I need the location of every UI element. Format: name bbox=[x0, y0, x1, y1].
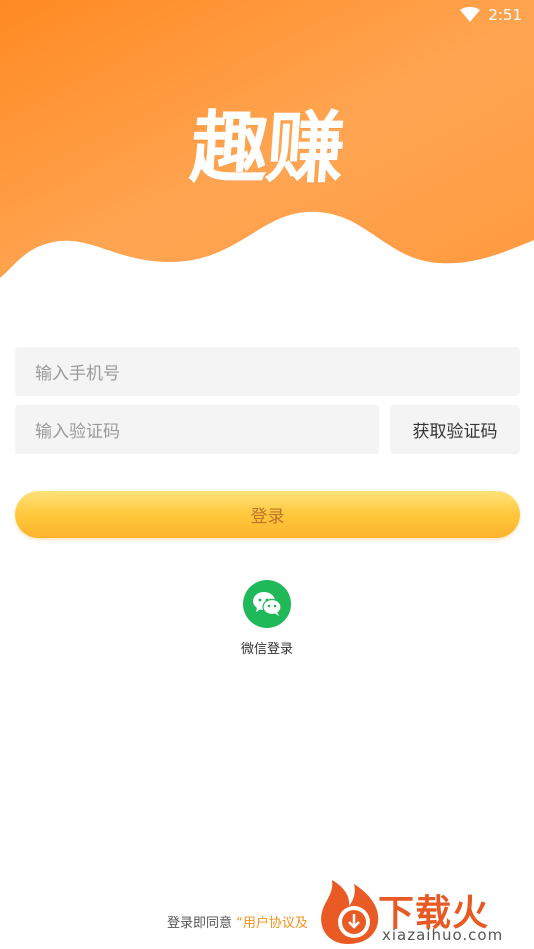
wifi-icon bbox=[460, 7, 481, 22]
verification-code-input[interactable]: 输入验证码 bbox=[15, 405, 379, 454]
agreement-prefix: 登录即同意 bbox=[167, 916, 233, 931]
watermark: 下载火 xiazaihuo.com bbox=[316, 876, 534, 949]
get-code-button[interactable]: 获取验证码 bbox=[390, 405, 520, 454]
login-screen: 2:51 趣赚 输入手机号 输入验证码 获取验证码 登录 微信登录 登录即同意 … bbox=[0, 0, 534, 949]
wechat-icon bbox=[253, 592, 282, 616]
flame-logo-icon bbox=[321, 880, 379, 944]
agreement-text: 登录即同意 “用户协议及 bbox=[167, 912, 308, 931]
phone-input[interactable]: 输入手机号 bbox=[15, 347, 520, 396]
header-banner: 2:51 趣赚 bbox=[0, 0, 534, 300]
status-time: 2:51 bbox=[488, 6, 522, 24]
wechat-login[interactable]: 微信登录 bbox=[0, 580, 534, 657]
wechat-login-label: 微信登录 bbox=[240, 642, 293, 657]
app-logo: 趣赚 bbox=[187, 104, 346, 194]
login-button[interactable]: 登录 bbox=[15, 491, 520, 538]
wechat-button[interactable] bbox=[243, 580, 291, 628]
user-agreement-link[interactable]: “用户协议及 bbox=[236, 916, 308, 931]
watermark-domain: xiazaihuo.com bbox=[382, 926, 504, 944]
status-bar: 2:51 bbox=[0, 0, 534, 30]
